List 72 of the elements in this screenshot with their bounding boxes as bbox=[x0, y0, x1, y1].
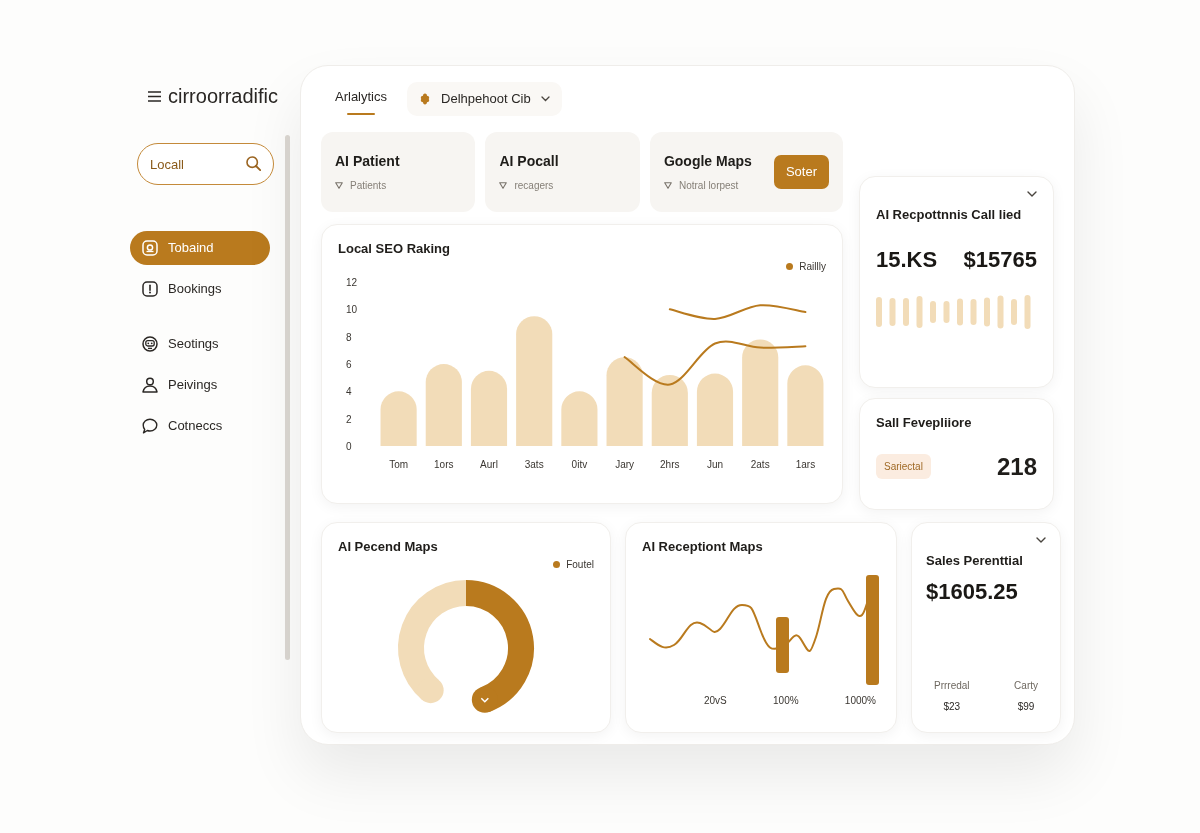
x-axis-label: 2ats bbox=[750, 458, 770, 470]
brand-name: cirroorradific bbox=[168, 85, 279, 107]
x-axis-label: 2hrs bbox=[660, 458, 680, 470]
x-axis-label: 1ars bbox=[795, 458, 816, 470]
label-tag: Sariectal bbox=[876, 454, 931, 479]
nav-item[interactable]: Tobaind bbox=[130, 231, 270, 265]
card-subtitle: Patients bbox=[350, 179, 387, 193]
axis-label: 20vS bbox=[704, 693, 727, 708]
nav-item[interactable]: Seotings bbox=[130, 327, 270, 361]
scrollbar[interactable] bbox=[285, 135, 290, 660]
card-title: AI Patient bbox=[335, 152, 401, 171]
legend-dot-icon bbox=[553, 560, 561, 568]
triangle-icon bbox=[335, 182, 343, 189]
search-icon[interactable] bbox=[246, 156, 261, 171]
action-button[interactable]: Soter bbox=[773, 155, 829, 189]
chevron-down-icon[interactable] bbox=[1036, 537, 1046, 543]
card-title: AI Pocall bbox=[499, 152, 560, 171]
legend-label: Foutel bbox=[566, 557, 594, 572]
stat-value: $99 bbox=[1016, 699, 1036, 714]
tab[interactable]: Arlalytics bbox=[333, 81, 389, 117]
x-axis-label: Jun bbox=[706, 458, 724, 470]
card-subtitle: Notral lorpest bbox=[678, 179, 739, 193]
x-axis-label: Tom bbox=[389, 458, 409, 470]
search-field[interactable]: Locall bbox=[137, 143, 274, 185]
legend-label: Raillly bbox=[799, 259, 826, 274]
x-axis-label: Aurl bbox=[480, 458, 498, 470]
person-icon bbox=[142, 377, 158, 393]
triangle-icon bbox=[663, 182, 672, 189]
y-axis-label: 4 bbox=[346, 385, 352, 397]
nav-item[interactable]: Peivings bbox=[130, 368, 270, 402]
card-title: Google Maps bbox=[663, 152, 753, 171]
y-axis-label: 12 bbox=[346, 276, 358, 288]
menu-icon[interactable] bbox=[148, 90, 161, 102]
chart-title: AI Receptiont Maps bbox=[642, 538, 764, 556]
y-axis-label: 2 bbox=[346, 413, 352, 425]
location-dropdown[interactable]: Delhpehoot Cib bbox=[407, 82, 562, 116]
card-subtitle: recagers bbox=[514, 179, 554, 193]
axis-label: 1000% bbox=[844, 693, 876, 708]
x-axis-label: 3ats bbox=[524, 458, 544, 470]
chart-title: Local SEO Raking bbox=[338, 240, 451, 258]
card-title: AI Recpottnnis Call lied bbox=[876, 206, 1023, 224]
y-axis-label: 8 bbox=[346, 331, 352, 343]
chart-bar bbox=[651, 374, 688, 446]
stat-value: $23 bbox=[942, 699, 962, 714]
x-axis-label: Jary bbox=[615, 458, 635, 470]
flower-icon bbox=[419, 93, 431, 105]
x-axis-label: 0itv bbox=[571, 458, 588, 470]
metric-value: 15.KS bbox=[876, 245, 938, 274]
y-axis-label: 0 bbox=[346, 440, 352, 452]
chart-title: AI Pecend Maps bbox=[338, 538, 439, 556]
metric-value: $1605.25 bbox=[926, 577, 1019, 606]
y-axis-label: 10 bbox=[346, 303, 358, 315]
axis-label: 100% bbox=[773, 693, 799, 708]
alert-square-icon bbox=[142, 281, 158, 297]
metric-value: $15765 bbox=[963, 245, 1037, 274]
stat-label: Carty bbox=[1014, 678, 1038, 693]
chevron-down-icon bbox=[540, 96, 550, 102]
chart-bar bbox=[380, 390, 417, 446]
card-title: Sales Perenttial bbox=[926, 552, 1024, 570]
y-axis-label: 6 bbox=[346, 358, 352, 370]
chevron-down-icon[interactable] bbox=[1027, 191, 1037, 197]
nav-item[interactable]: Cotneccs bbox=[130, 409, 270, 443]
stat-label: Prrredal bbox=[934, 678, 970, 693]
metric-value: 218 bbox=[996, 451, 1037, 482]
portrait-icon bbox=[142, 240, 158, 256]
robot-icon bbox=[142, 336, 158, 352]
chat-icon bbox=[142, 418, 158, 434]
triangle-icon bbox=[499, 182, 508, 189]
nav-item[interactable]: Bookings bbox=[130, 272, 270, 306]
x-axis-label: 1ors bbox=[434, 458, 454, 470]
chart-bar bbox=[561, 390, 598, 446]
card-title: Sall Fevepliiore bbox=[876, 414, 973, 432]
